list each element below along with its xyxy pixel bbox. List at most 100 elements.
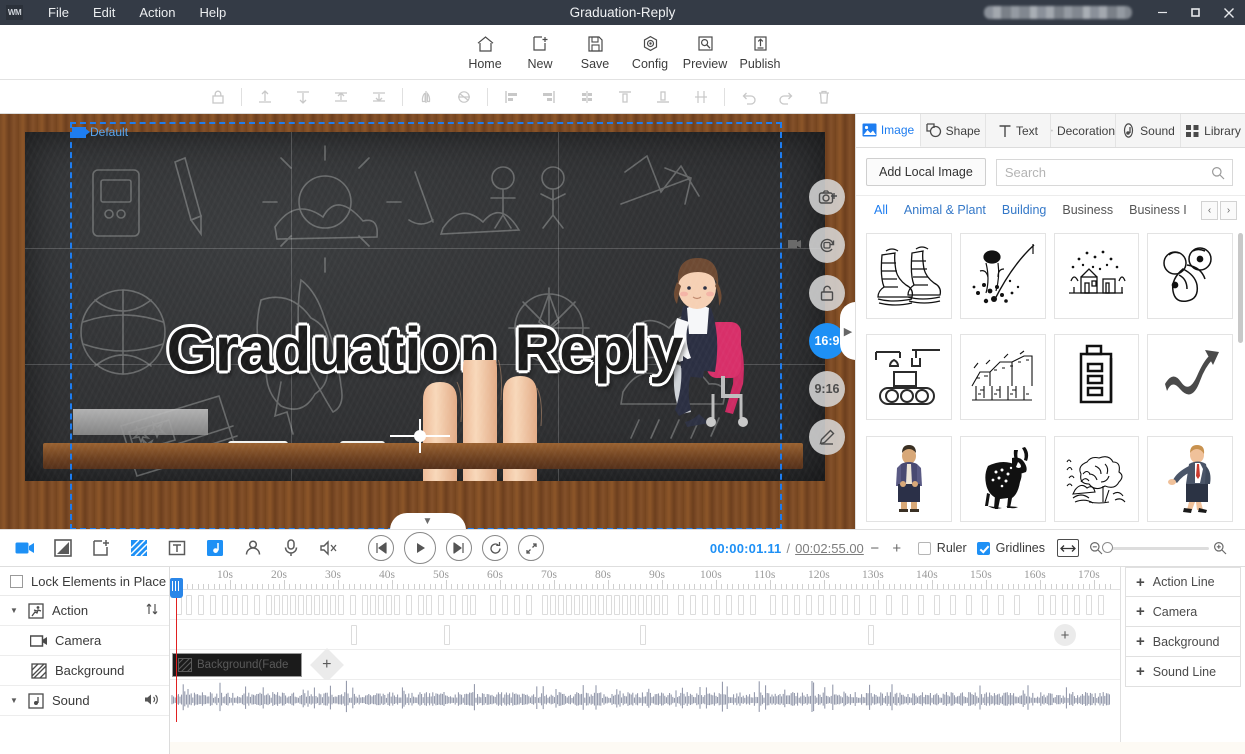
- asset-thumb-businesswoman-standing[interactable]: [866, 435, 952, 522]
- ratio-9-16-button[interactable]: 9:16: [809, 371, 845, 407]
- speaker-icon[interactable]: [144, 693, 159, 709]
- asset-thumb-pacifier[interactable]: [1147, 233, 1233, 319]
- canvas-collapse-handle[interactable]: ▼: [389, 513, 466, 529]
- tab-library[interactable]: Library: [1181, 114, 1245, 147]
- asset-thumb-street-buildings[interactable]: [959, 334, 1046, 421]
- add-camera-button[interactable]: + Camera: [1125, 597, 1241, 627]
- publish-button[interactable]: Publish: [733, 32, 788, 73]
- text-tool-icon[interactable]: [158, 533, 196, 563]
- menu-item-action[interactable]: Action: [128, 2, 186, 23]
- zoom-slider-track[interactable]: [1102, 542, 1209, 553]
- category-business-i[interactable]: Business I: [1121, 199, 1187, 221]
- skip-next-button[interactable]: [446, 535, 472, 561]
- gridlines-checkbox[interactable]: [976, 541, 990, 555]
- search-input[interactable]: [996, 159, 1232, 185]
- background-tool-icon[interactable]: [120, 533, 158, 563]
- gridlines-checkbox-row[interactable]: Gridlines: [976, 541, 1045, 555]
- ruler-checkbox[interactable]: [917, 541, 931, 555]
- zoom-in-icon[interactable]: [1209, 537, 1231, 559]
- time-increase-button[interactable]: +: [886, 537, 908, 559]
- add-slide-icon[interactable]: [82, 533, 120, 563]
- asset-thumb-ice-skates[interactable]: [866, 233, 952, 319]
- minimize-button[interactable]: [1146, 0, 1179, 25]
- playhead-handle[interactable]: [170, 578, 183, 598]
- asset-thumb-arrow-growth[interactable]: [1147, 334, 1233, 421]
- time-decrease-button[interactable]: −: [864, 537, 886, 559]
- menu-item-help[interactable]: Help: [189, 2, 238, 23]
- track-header-background[interactable]: Background: [0, 656, 169, 686]
- tab-sound[interactable]: Sound: [1116, 114, 1181, 147]
- timeline-ruler[interactable]: 10s 20s 30s 40s 50s 60s 70s 80s 90s 100s…: [170, 567, 1120, 590]
- panel-expand-toggle[interactable]: ▶: [840, 302, 855, 360]
- undo-icon[interactable]: [729, 82, 767, 112]
- total-time[interactable]: 00:02:55.00: [795, 541, 864, 556]
- category-animal-plant[interactable]: Animal & Plant: [896, 199, 994, 221]
- zoom-slider-knob[interactable]: [1102, 542, 1113, 553]
- delete-trash-icon[interactable]: [805, 82, 843, 112]
- config-button[interactable]: Config: [623, 32, 678, 73]
- tab-image[interactable]: Image: [856, 114, 921, 147]
- align-top-icon[interactable]: [246, 82, 284, 112]
- align-right-icon[interactable]: [530, 82, 568, 112]
- redo-icon[interactable]: [767, 82, 805, 112]
- ruler-checkbox-row[interactable]: Ruler: [917, 541, 967, 555]
- align-bottom-icon[interactable]: [284, 82, 322, 112]
- character-tool-icon[interactable]: [234, 533, 272, 563]
- play-button[interactable]: [404, 532, 436, 564]
- asset-thumb-conveyor[interactable]: [866, 334, 952, 421]
- tab-text[interactable]: Text: [986, 114, 1051, 147]
- lock-icon[interactable]: [199, 82, 237, 112]
- playhead-line[interactable]: [170, 578, 183, 722]
- tab-shape[interactable]: Shape: [921, 114, 986, 147]
- home-button[interactable]: Home: [458, 32, 513, 73]
- add-sound-line-button[interactable]: + Sound Line: [1125, 657, 1241, 687]
- asset-thumb-fishing[interactable]: [959, 233, 1046, 319]
- assets-scrollbar[interactable]: [1238, 233, 1243, 343]
- lock-elements-row[interactable]: Lock Elements in Place: [0, 567, 169, 596]
- microphone-tool-icon[interactable]: [272, 533, 310, 563]
- timeline-tracks-area[interactable]: 10s 20s 30s 40s 50s 60s 70s 80s 90s 100s…: [170, 567, 1120, 754]
- fit-width-icon[interactable]: [1057, 539, 1079, 557]
- transition-tool-icon[interactable]: [44, 533, 82, 563]
- menu-item-file[interactable]: File: [37, 2, 80, 23]
- category-building[interactable]: Building: [994, 199, 1054, 221]
- add-camera-keyframe-button[interactable]: +: [1054, 624, 1076, 646]
- sort-icon[interactable]: [145, 602, 159, 619]
- track-header-action[interactable]: ▼ Action: [0, 596, 169, 626]
- align-bottom2-icon[interactable]: [644, 82, 682, 112]
- category-all[interactable]: All: [866, 199, 896, 221]
- music-tool-icon[interactable]: [196, 533, 234, 563]
- search-box[interactable]: [995, 158, 1233, 186]
- tab-decoration[interactable]: Decoration: [1051, 114, 1116, 147]
- fullscreen-button[interactable]: [518, 535, 544, 561]
- track-header-sound[interactable]: ▼ Sound: [0, 686, 169, 716]
- track-row-background[interactable]: Background(Fade +: [170, 648, 1120, 682]
- collapse-caret-icon[interactable]: ▼: [8, 606, 20, 615]
- track-row-camera[interactable]: +: [170, 620, 1120, 650]
- asset-thumb-vending-machine[interactable]: [1053, 334, 1140, 421]
- save-button[interactable]: Save: [568, 32, 623, 73]
- align-middle-v-icon[interactable]: [322, 82, 360, 112]
- asset-thumb-deer[interactable]: [959, 435, 1046, 522]
- asset-thumb-bushes[interactable]: [1053, 435, 1140, 522]
- add-local-image-button[interactable]: Add Local Image: [866, 158, 986, 186]
- background-clip[interactable]: Background(Fade: [172, 653, 302, 677]
- flip-vertical-icon[interactable]: [445, 82, 483, 112]
- align-center-h-icon[interactable]: [568, 82, 606, 112]
- category-next-button[interactable]: ›: [1220, 200, 1237, 220]
- flip-horizontal-icon[interactable]: [407, 82, 445, 112]
- replay-button[interactable]: [482, 535, 508, 561]
- add-background-button[interactable]: + Background: [1125, 627, 1241, 657]
- category-prev-button[interactable]: ‹: [1201, 200, 1218, 220]
- collapse-caret-icon[interactable]: ▼: [8, 696, 20, 705]
- track-header-camera[interactable]: Camera: [0, 626, 169, 656]
- distribute-v-icon[interactable]: [360, 82, 398, 112]
- maximize-button[interactable]: [1179, 0, 1212, 25]
- camera-tool-icon[interactable]: [6, 533, 44, 563]
- unlock-icon[interactable]: [809, 275, 845, 311]
- preview-button[interactable]: Preview: [678, 32, 733, 73]
- align-top2-icon[interactable]: [606, 82, 644, 112]
- skip-previous-button[interactable]: [368, 535, 394, 561]
- add-camera-icon[interactable]: [809, 179, 845, 215]
- new-button[interactable]: New: [513, 32, 568, 73]
